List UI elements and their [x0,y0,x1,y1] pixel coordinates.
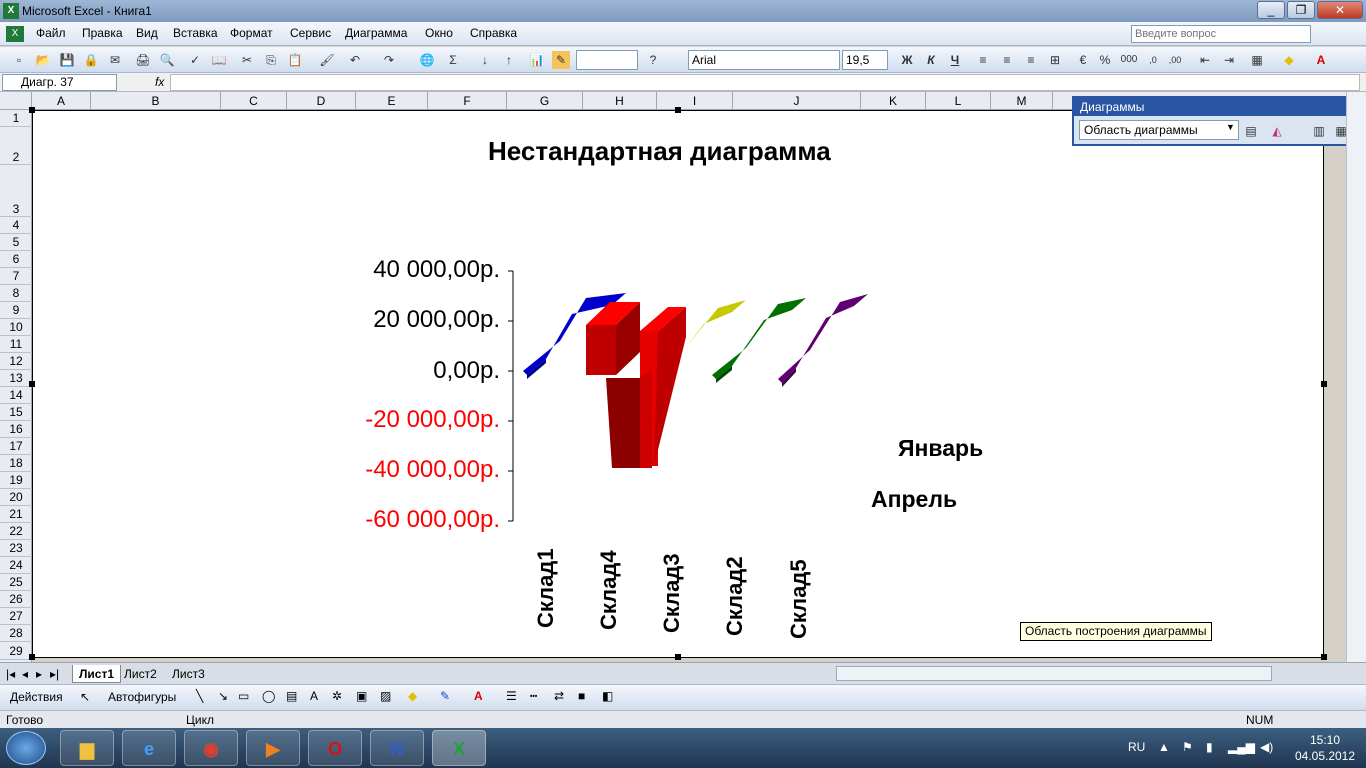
chart-objects-select[interactable]: Область диаграммы [1079,120,1239,140]
chart-toolbar: Диаграммы Область диаграммы ▼ ▤ ◭ ▥ ▦ [1072,96,1366,146]
drawing-toolbar: Действия ↖ Автофигуры ╲ ↘ ▭ ◯ ▤ A ✲ ▣ ▨ … [0,684,1366,710]
rectangle-icon[interactable]: ▭ [238,689,249,703]
x-tick-label: Склад1 [533,548,558,628]
language-indicator[interactable]: RU [1128,740,1145,754]
fill-icon[interactable]: ◆ [408,689,417,703]
tray-up-icon[interactable]: ▲ [1158,740,1170,754]
taskbar: ▆ e ◉ ▶ O W X RU ▲ ⚑ ▮ ▂▄▆ ◀) 15:10 04.0… [0,728,1366,768]
word-icon[interactable]: W [370,730,424,766]
y-tick-label: -20 000,00р. [365,406,500,433]
clock-time: 15:10 [1309,733,1341,747]
prev-sheet-icon[interactable]: ◂ [22,665,28,683]
y-tick-label: -40 000,00р. [365,456,500,483]
chevron-down-icon[interactable]: ▼ [1226,122,1235,132]
horizontal-scrollbar[interactable] [836,666,1272,681]
clipart-icon[interactable]: ▣ [356,689,367,703]
chart-toolbar-title[interactable]: Диаграммы [1074,98,1364,116]
num-lock-indicator: NUM [1246,713,1274,727]
sheet-tab-bar: |◂ ◂ ▸ ▸| Лист1 Лист2 Лист3 [0,662,1366,684]
y-tick-label: -60 000,00р. [365,506,500,533]
format-object-icon[interactable]: ▤ [1242,122,1260,140]
start-button[interactable] [6,731,46,765]
status-bar: Готово Цикл NUM [0,710,1366,728]
flag-icon[interactable]: ⚑ [1182,740,1193,754]
x-tick-label: Склад3 [659,553,684,633]
line-color-icon[interactable]: ✎ [440,689,450,703]
explorer-icon[interactable]: ▆ [60,730,114,766]
network-icon[interactable]: ▂▄▆ [1228,740,1255,754]
sheet-tab-3[interactable]: Лист3 [172,665,205,683]
y-tick-label: 40 000,00р. [373,256,500,283]
picture-icon[interactable]: ▨ [380,689,391,703]
oval-icon[interactable]: ◯ [262,689,275,703]
x-tick-label: Склад2 [722,556,747,636]
power-icon[interactable]: ▮ [1206,740,1213,754]
3d-icon[interactable]: ◧ [602,689,613,703]
bar-negative-side[interactable] [640,370,652,468]
sheet-tab-2[interactable]: Лист2 [124,665,157,683]
line-icon[interactable]: ╲ [196,689,203,703]
clock[interactable]: 15:10 04.05.2012 [1290,732,1360,764]
x-tick-label: Склад5 [786,559,811,639]
y-tick-label: 20 000,00р. [373,306,500,333]
legend-icon[interactable]: ▥ [1310,122,1328,140]
bar-negative[interactable] [606,378,640,468]
y-tick-label: 0,00р. [433,357,500,384]
volume-icon[interactable]: ◀) [1260,740,1273,754]
media-player-icon[interactable]: ▶ [246,730,300,766]
select-objects-icon[interactable]: ↖ [80,690,90,704]
chrome-icon[interactable]: ◉ [184,730,238,766]
excel-taskbar-icon[interactable]: X [432,730,486,766]
first-sheet-icon[interactable]: |◂ [6,665,15,683]
bar-side[interactable] [654,307,686,466]
bar-front[interactable] [586,325,616,375]
clock-date: 04.05.2012 [1294,749,1356,763]
dash-style-icon[interactable]: ┅ [530,689,537,703]
shadow-icon[interactable]: ■ [578,689,585,703]
legend-entry[interactable]: Апрель [871,486,957,513]
wordart-icon[interactable]: A [310,689,318,703]
sheet-tab-1[interactable]: Лист1 [72,665,122,683]
status-mode: Цикл [186,713,214,727]
chart-type-icon[interactable]: ◭ [1268,122,1286,140]
arrow-style-icon[interactable]: ⇄ [554,689,564,703]
text-color-icon[interactable]: A [474,689,483,703]
tooltip: Область построения диаграммы [1020,622,1212,641]
opera-icon[interactable]: O [308,730,362,766]
vertical-scrollbar[interactable] [1346,92,1366,662]
legend-entry[interactable]: Январь [898,435,983,462]
arrow-icon[interactable]: ↘ [218,689,228,703]
last-sheet-icon[interactable]: ▸| [50,665,59,683]
x-tick-label: Склад4 [596,550,621,630]
status-ready: Готово [6,713,44,727]
actions-menu[interactable]: Действия [10,690,63,704]
ie-icon[interactable]: e [122,730,176,766]
line-style-icon[interactable]: ☰ [506,689,517,703]
diagram-icon[interactable]: ✲ [332,689,342,703]
autoshapes-menu[interactable]: Автофигуры [108,690,176,704]
textbox-icon[interactable]: ▤ [286,689,297,703]
next-sheet-icon[interactable]: ▸ [36,665,42,683]
